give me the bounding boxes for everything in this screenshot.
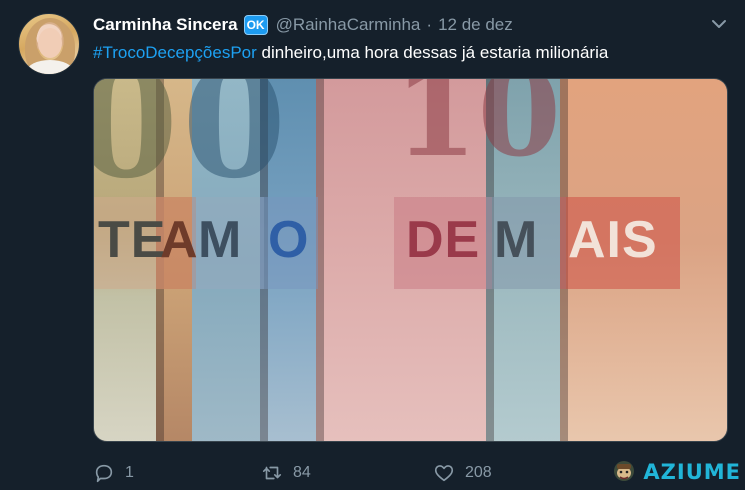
banknote-number: 0 xyxy=(94,79,178,199)
like-icon xyxy=(434,465,454,482)
avatar-shirt xyxy=(27,60,73,74)
reply-icon xyxy=(95,464,113,483)
banknote-number: 0 xyxy=(182,78,287,212)
banknote-word: A xyxy=(160,211,199,269)
tweet: Carminha Sincera OK @RainhaCarminha · 12… xyxy=(0,0,745,490)
tweet-image[interactable]: 0 0 10 TE A M O DE M AIS xyxy=(93,78,728,442)
banknote-word: M xyxy=(198,211,243,269)
chevron-down-icon[interactable] xyxy=(711,16,727,32)
tweet-text: #TrocoDecepçõesPor dinheiro,uma hora des… xyxy=(93,42,725,64)
banknote-word: AIS xyxy=(568,211,658,269)
avatar-face xyxy=(38,28,62,58)
watermark-text: AZIUME xyxy=(643,460,741,484)
banknote-word: M xyxy=(494,211,539,269)
banknote-word: DE xyxy=(406,211,481,269)
retweet-button[interactable]: 84 xyxy=(261,462,311,484)
user-handle[interactable]: @RainhaCarminha xyxy=(276,15,421,35)
watermark-logo-icon xyxy=(614,461,635,481)
banknote-word: TE xyxy=(98,211,167,269)
display-name[interactable]: Carminha Sincera xyxy=(93,15,238,35)
tweet-header: Carminha Sincera OK @RainhaCarminha · 12… xyxy=(93,13,725,37)
hashtag-link[interactable]: #TrocoDecepçõesPor xyxy=(93,43,257,62)
reply-button[interactable]: 1 xyxy=(93,462,134,484)
tweet-body: dinheiro,uma hora dessas já estaria mili… xyxy=(256,43,609,62)
reply-count: 1 xyxy=(125,464,134,481)
like-count: 208 xyxy=(465,464,492,481)
verified-badge: OK xyxy=(243,15,268,35)
tweet-date[interactable]: 12 de dez xyxy=(438,15,513,35)
avatar[interactable] xyxy=(18,13,80,75)
separator-dot: · xyxy=(426,15,433,34)
retweet-count: 84 xyxy=(293,464,311,481)
watermark: AZIUME xyxy=(609,456,741,488)
banknote-word: O xyxy=(268,211,310,269)
banknote-number: 10 xyxy=(394,78,561,184)
like-button[interactable]: 208 xyxy=(433,462,492,484)
retweet-icon xyxy=(262,466,282,480)
